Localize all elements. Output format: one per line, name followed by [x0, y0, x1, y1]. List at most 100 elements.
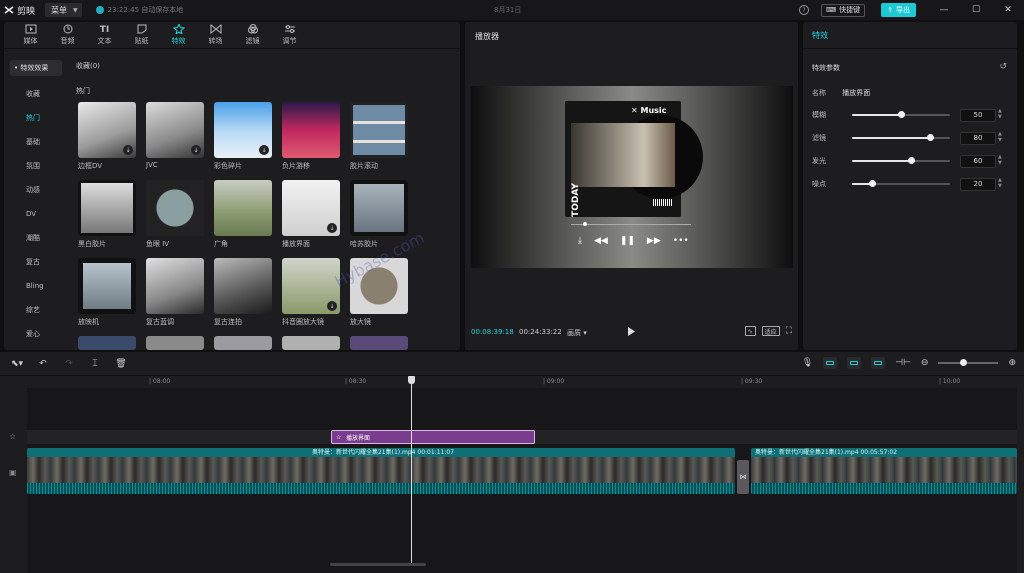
delete-icon[interactable]: 🗑: [108, 359, 134, 369]
effect-tile[interactable]: 胶片滚动: [350, 102, 408, 171]
tab-effect-params[interactable]: 特效: [803, 22, 1017, 49]
effect-tile[interactable]: [282, 336, 340, 350]
linkage-icon[interactable]: [871, 357, 886, 369]
effect-tile[interactable]: 黑白胶片: [78, 180, 136, 249]
rewind-icon[interactable]: ◀◀: [594, 236, 608, 246]
param-slider-knob[interactable]: [898, 111, 905, 118]
effect-tile[interactable]: ↓ 播放界面: [282, 180, 340, 249]
param-value-input[interactable]: 80: [960, 131, 996, 145]
play-button[interactable]: [627, 327, 635, 338]
video-track-icon[interactable]: ▣: [9, 468, 17, 477]
effect-tile[interactable]: 哈苏胶片: [350, 180, 408, 249]
zoom-out-icon[interactable]: ⊖: [921, 358, 929, 368]
param-slider[interactable]: [852, 180, 950, 187]
effect-tile[interactable]: 广角: [214, 180, 272, 249]
close-icon[interactable]: ✕: [992, 0, 1024, 20]
maximize-icon[interactable]: ☐: [960, 0, 992, 20]
shortcut-button[interactable]: ⌨ 快捷键: [821, 3, 866, 17]
select-tool-icon[interactable]: ⬉▾: [4, 359, 30, 369]
project-title[interactable]: 8月31日: [494, 5, 521, 15]
download-icon[interactable]: ↓: [191, 145, 201, 155]
tab-media[interactable]: 媒体: [12, 22, 49, 48]
tab-audio[interactable]: 音频: [49, 22, 86, 48]
microphone-icon[interactable]: 🎙: [802, 358, 813, 368]
fast-forward-icon[interactable]: ▶▶: [647, 236, 661, 246]
video-clip[interactable]: 奥特曼：新世代闪耀全集21集(1).mp4 00:05:57:02: [751, 448, 1017, 494]
effect-tile[interactable]: [78, 336, 136, 350]
sidebar-item-variety[interactable]: 综艺: [4, 298, 66, 322]
tab-text[interactable]: TI 文本: [86, 22, 123, 48]
help-icon[interactable]: ?: [799, 5, 810, 15]
more-icon[interactable]: •••: [673, 236, 689, 246]
sidebar-item-bling[interactable]: Bling: [4, 274, 66, 298]
sidebar-item-hot[interactable]: 热门: [4, 106, 66, 130]
redo-icon[interactable]: ↷: [56, 359, 82, 369]
effect-tile[interactable]: 放映机: [78, 258, 136, 327]
effect-tile[interactable]: 鱼眼 IV: [146, 180, 204, 249]
download-icon[interactable]: ↓: [259, 145, 269, 155]
zoom-slider[interactable]: [938, 359, 999, 366]
split-icon[interactable]: ⌶: [82, 359, 108, 369]
param-slider-knob[interactable]: [868, 180, 876, 187]
preview-axis-icon[interactable]: ⊣⊢: [895, 358, 911, 368]
param-value-input[interactable]: 20: [960, 177, 996, 191]
effect-tile[interactable]: ↓ 边框DV: [78, 102, 136, 171]
tab-effects[interactable]: 特效: [160, 22, 197, 48]
effect-tile[interactable]: [214, 336, 272, 350]
sidebar-item-ambience[interactable]: 氛围: [4, 154, 66, 178]
minimize-icon[interactable]: —: [928, 0, 960, 20]
tab-transition[interactable]: 转场: [197, 22, 234, 48]
pause-icon[interactable]: ❚❚: [620, 236, 635, 246]
video-clip[interactable]: 奥特曼：新世代闪耀全集21集(1).mp4 00:01:11:07: [27, 448, 735, 494]
progress-knob[interactable]: [583, 222, 587, 226]
effect-tile[interactable]: 复古连拍: [214, 258, 272, 327]
download-icon[interactable]: ⤓: [578, 236, 582, 246]
sidebar-item-cool[interactable]: 潮酷: [4, 226, 66, 250]
export-button[interactable]: ⇪ 导出: [881, 3, 916, 17]
sidebar-item-dynamic[interactable]: 动感: [4, 178, 66, 202]
zoom-in-icon[interactable]: ⊕: [1008, 358, 1016, 368]
waveform-icon[interactable]: ∿: [744, 326, 756, 336]
param-slider[interactable]: [852, 111, 950, 118]
video-preview[interactable]: ✕ Music TODAY ⤓ ◀◀ ❚❚ ▶▶ •••: [471, 86, 793, 268]
effect-tile[interactable]: 放大镜: [350, 258, 408, 327]
sidebar-item-basic[interactable]: 基础: [4, 130, 66, 154]
param-stepper-icon[interactable]: ▲ ▼: [998, 154, 1002, 166]
param-stepper-icon[interactable]: ▲ ▼: [998, 108, 1002, 120]
playhead-handle[interactable]: [408, 376, 415, 384]
tab-sticker[interactable]: 贴纸: [123, 22, 160, 48]
reset-icon[interactable]: ↺: [999, 62, 1007, 72]
timeline-scrollbar[interactable]: [330, 563, 426, 566]
time-ruler[interactable]: | 08:00 | 08:30 | 09:00 | 09:30 | 10:00: [27, 376, 1017, 388]
tab-adjust[interactable]: 调节: [271, 22, 308, 48]
param-slider[interactable]: [852, 134, 950, 141]
progress-track[interactable]: [571, 222, 691, 226]
ratio-button[interactable]: 适应: [761, 326, 780, 336]
effect-tile[interactable]: 负片游移: [282, 102, 340, 171]
effect-tile[interactable]: ↓ 彩色碎片: [214, 102, 272, 171]
effect-tile[interactable]: [350, 336, 408, 350]
download-icon[interactable]: ↓: [123, 145, 133, 155]
effects-category-header[interactable]: • 特效效果: [10, 60, 62, 76]
effect-clip[interactable]: ☆ 播放界面: [331, 430, 535, 444]
fullscreen-icon[interactable]: ⛶: [786, 326, 792, 336]
sidebar-item-retro[interactable]: 复古: [4, 250, 66, 274]
auto-snap-icon[interactable]: [847, 357, 862, 369]
param-stepper-icon[interactable]: ▲ ▼: [998, 177, 1002, 189]
effect-tile[interactable]: ↓ JVC: [146, 102, 204, 169]
param-value-input[interactable]: 60: [960, 154, 996, 168]
param-slider-knob[interactable]: [907, 157, 915, 164]
zoom-slider-knob[interactable]: [960, 359, 968, 366]
effect-tile[interactable]: [146, 336, 204, 350]
main-track-magnet-icon[interactable]: [823, 357, 838, 369]
effect-tile[interactable]: ↓ 抖音圈放大镜: [282, 258, 340, 327]
transition-icon[interactable]: ⋈: [737, 460, 749, 494]
param-stepper-icon[interactable]: ▲ ▼: [998, 131, 1002, 143]
undo-icon[interactable]: ↶: [30, 359, 56, 369]
download-icon[interactable]: ↓: [327, 223, 337, 233]
param-slider-knob[interactable]: [927, 134, 935, 141]
sidebar-item-heart[interactable]: 爱心: [4, 322, 66, 346]
effect-tile[interactable]: 复古蓝调: [146, 258, 204, 327]
sidebar-item-dv[interactable]: DV: [4, 202, 66, 226]
quality-dropdown[interactable]: 画质 ▾: [567, 328, 587, 338]
